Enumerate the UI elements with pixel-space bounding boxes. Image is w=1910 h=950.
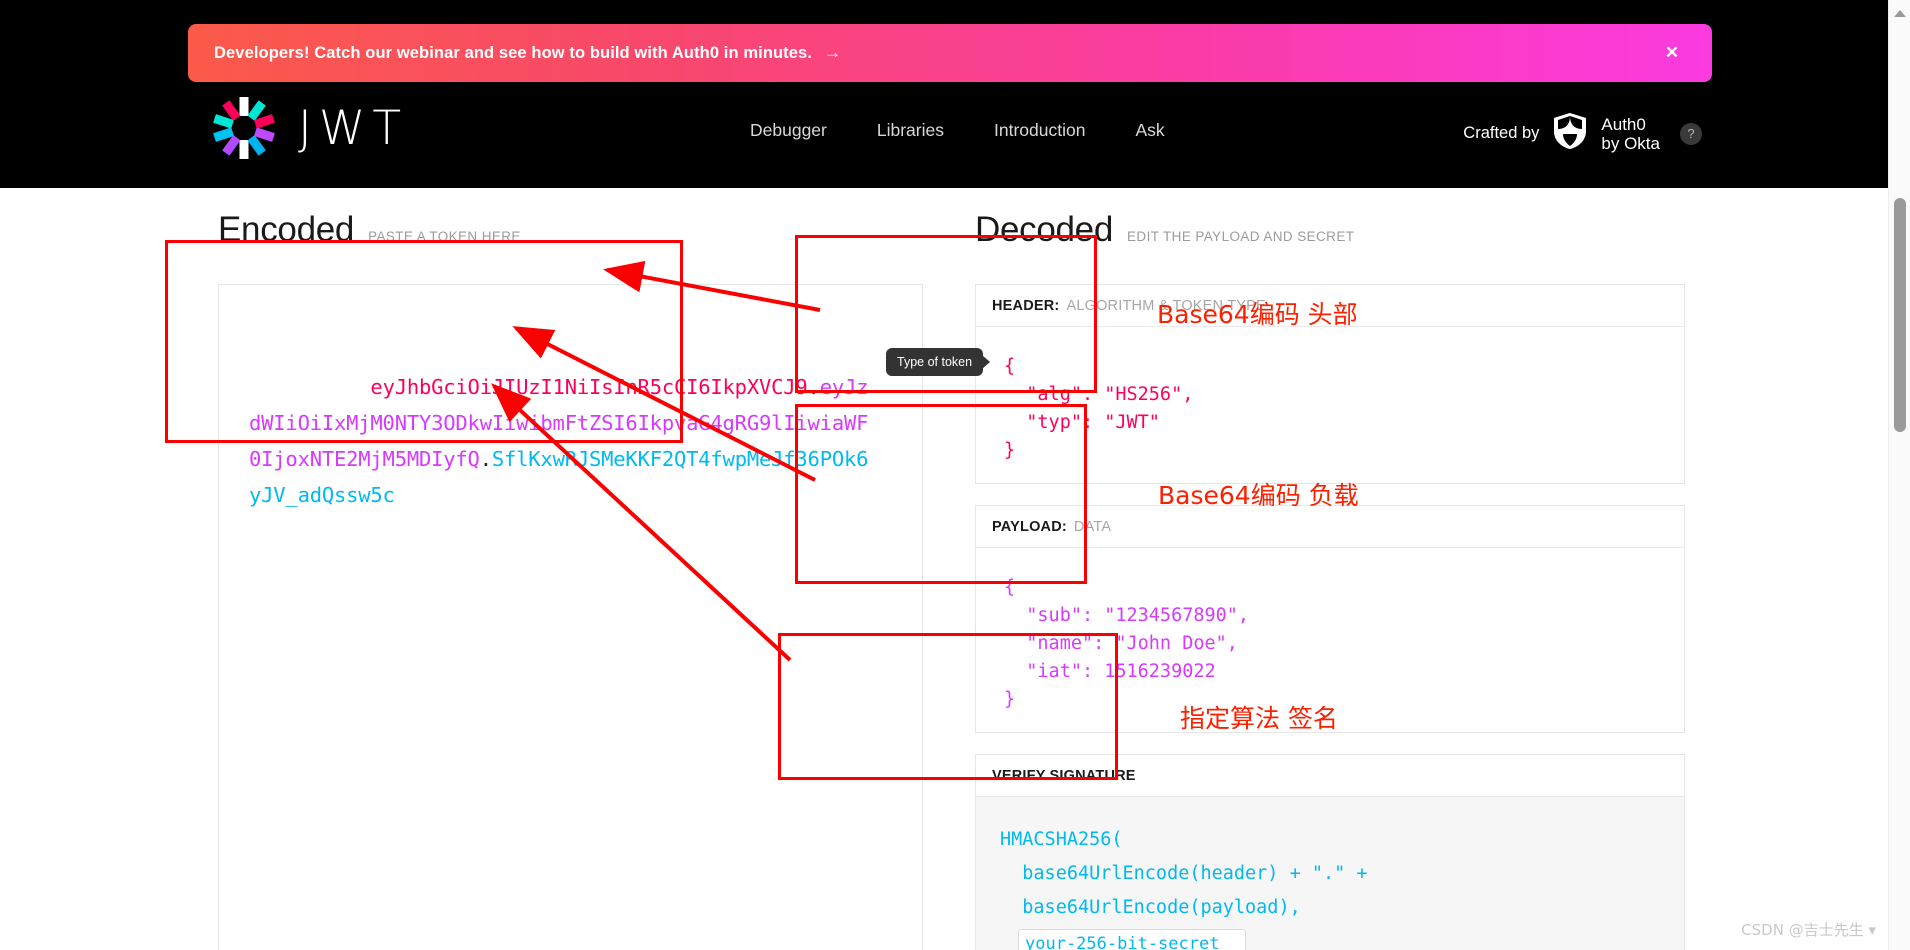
decoded-title-block: Decoded EDIT THE PAYLOAD AND SECRET	[975, 210, 1354, 250]
encoded-title-block: Encoded PASTE A TOKEN HERE	[218, 210, 521, 250]
scroll-up-arrow-icon[interactable]	[1893, 10, 1906, 17]
site-header: Developers! Catch our webinar and see ho…	[0, 0, 1888, 188]
signature-line-2: base64UrlEncode(header) + "." +	[1000, 863, 1368, 884]
decoded-subtitle: EDIT THE PAYLOAD AND SECRET	[1127, 229, 1355, 244]
decoded-payload-key: PAYLOAD:	[992, 518, 1067, 535]
scrollbar-thumb[interactable]	[1894, 198, 1906, 432]
auth0-brand-line2: by Okta	[1601, 133, 1660, 153]
promo-banner-text: Developers! Catch our webinar and see ho…	[214, 43, 813, 62]
encoded-token-text[interactable]: eyJhbGciOiJIUzI1NiIsInR5cCI6IkpXVCJ9.eyJ…	[249, 333, 879, 549]
decoded-header-json[interactable]: { "alg": "HS256", "typ": "JWT" }	[976, 327, 1684, 491]
signature-line-3: base64UrlEncode(payload),	[1000, 897, 1301, 918]
navbar: JWT Debugger Libraries Introduction Ask …	[0, 82, 1888, 188]
logo-wordmark: JWT	[298, 100, 409, 156]
encoded-token-panel[interactable]: eyJhbGciOiJIUzI1NiIsInR5cCI6IkpXVCJ9.eyJ…	[218, 284, 923, 950]
page-scrollbar[interactable]	[1888, 0, 1910, 950]
token-separator-1: .	[807, 375, 820, 399]
tooltip-text: Type of token	[897, 355, 973, 369]
secret-input[interactable]	[1018, 929, 1246, 950]
signature-editor: HMACSHA256( base64UrlEncode(header) + ".…	[976, 797, 1684, 950]
primary-nav: Debugger Libraries Introduction Ask	[750, 120, 1165, 141]
annotation-note-payload: Base64编码 负载	[1158, 481, 1359, 510]
annotation-note-signature: 指定算法 签名	[1180, 704, 1338, 733]
decoded-payload-value: DATA	[1073, 518, 1112, 535]
auth0-shield-icon	[1553, 112, 1587, 155]
crafted-by-block: Crafted by Auth0 by Okta ?	[1463, 112, 1702, 155]
jwt-pinwheel-logo-icon	[212, 96, 276, 160]
nav-item-debugger[interactable]: Debugger	[750, 120, 827, 141]
decoded-signature-section: VERIFY SIGNATURE HMACSHA256( base64UrlEn…	[975, 754, 1685, 950]
page-title-decoded: Decoded	[975, 210, 1114, 249]
crafted-by-label: Crafted by	[1463, 124, 1540, 142]
token-header-part: eyJhbGciOiJIUzI1NiIsInR5cCI6IkpXVCJ9	[370, 375, 808, 399]
site-logo[interactable]: JWT	[212, 96, 408, 160]
decoded-signature-key: VERIFY SIGNATURE	[992, 767, 1136, 784]
decoded-payload-label-row: PAYLOAD: DATA	[976, 506, 1684, 548]
csdn-watermark: CSDN @吉士先生 ▾	[1741, 921, 1876, 939]
page-root: Developers! Catch our webinar and see ho…	[0, 0, 1910, 950]
encoded-subtitle: PASTE A TOKEN HERE	[368, 229, 521, 244]
token-type-tooltip: Type of token	[886, 348, 984, 376]
decoded-column: Decoded EDIT THE PAYLOAD AND SECRET HEAD…	[945, 188, 1888, 950]
help-icon[interactable]: ?	[1680, 122, 1702, 145]
nav-item-libraries[interactable]: Libraries	[877, 120, 944, 141]
nav-item-ask[interactable]: Ask	[1135, 120, 1164, 141]
decoded-header-key: HEADER:	[992, 297, 1060, 314]
main-content: Encoded PASTE A TOKEN HERE eyJhbGciOiJIU…	[0, 188, 1888, 950]
decoded-signature-label-row: VERIFY SIGNATURE	[976, 755, 1684, 797]
nav-item-introduction[interactable]: Introduction	[994, 120, 1085, 141]
auth0-brand-line1: Auth0	[1601, 114, 1646, 134]
token-separator-2: .	[479, 447, 492, 471]
signature-line-1: HMACSHA256(	[1000, 829, 1123, 850]
promo-banner[interactable]: Developers! Catch our webinar and see ho…	[188, 24, 1712, 82]
encoded-column: Encoded PASTE A TOKEN HERE eyJhbGciOiJIU…	[0, 188, 945, 950]
auth0-brand-text: Auth0 by Okta	[1601, 115, 1660, 153]
arrow-right-icon: →	[824, 43, 842, 62]
page-title-encoded: Encoded	[218, 210, 355, 249]
annotation-note-header: Base64编码 头部	[1157, 300, 1358, 329]
close-icon[interactable]: ✕	[1662, 43, 1682, 63]
